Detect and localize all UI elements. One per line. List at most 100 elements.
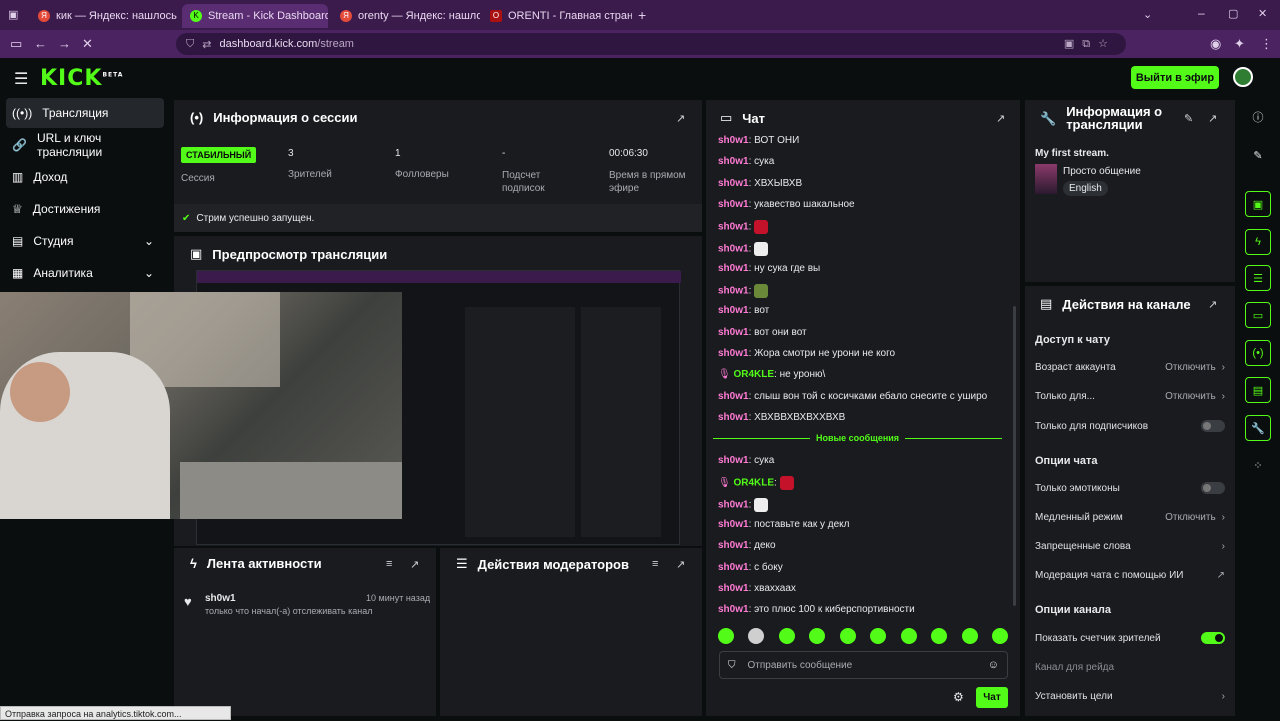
emote-icon[interactable] [931,628,948,644]
chat-username[interactable]: sh0w1 [718,135,749,146]
emote-icon[interactable] [961,628,978,644]
chat-username[interactable]: sh0w1 [718,540,749,551]
emote-icon[interactable] [839,628,856,644]
emotes-only-toggle[interactable] [1201,482,1225,494]
address-actions-icon[interactable]: ▣⧉☆ [1064,37,1116,51]
send-chat-button[interactable]: Чат [976,687,1008,708]
popout-icon[interactable]: ↗ [1208,298,1217,311]
edit-icon[interactable]: ✎ [1184,112,1193,125]
sidebar-item-income[interactable]: ▥ Доход [6,162,164,192]
filter-icon[interactable]: ≡ [652,558,658,570]
avatar[interactable] [1233,67,1253,87]
wrench-icon[interactable]: 🔧 [1245,415,1271,441]
chat-username[interactable]: sh0w1 [718,222,749,233]
chat-username[interactable]: sh0w1 [718,583,749,594]
address-bar[interactable]: ⛉ ⇄ dashboard.kick.com/stream ▣⧉☆ [176,33,1126,55]
chat-scrollbar[interactable] [1013,306,1016,606]
chat-username[interactable]: OR4KLE [733,478,774,489]
popout-icon[interactable]: ↗ [996,112,1005,125]
close-window-icon[interactable]: ✕ [1258,7,1267,20]
emoji-icon[interactable]: ☺ [988,659,999,671]
stop-loading-icon[interactable]: ✕ [82,36,93,52]
chat-username[interactable]: sh0w1 [718,391,749,402]
preview-icon[interactable]: ▣ [1245,191,1271,217]
chat-username[interactable]: sh0w1 [718,455,749,466]
chat-username[interactable]: sh0w1 [718,499,749,510]
bolt-icon[interactable]: ϟ [1245,229,1271,255]
menu-icon[interactable]: ⋮ [1260,36,1273,52]
add-widget-icon[interactable]: ⁘ [1245,452,1271,478]
tab-menu-icon[interactable]: ▣ [8,8,18,21]
forward-icon[interactable]: → [58,36,71,51]
set-goals-row[interactable]: Установить цели › [1035,691,1225,702]
chat-username[interactable]: sh0w1 [718,327,749,338]
chat-username[interactable]: sh0w1 [718,199,749,210]
show-viewers-toggle[interactable] [1201,632,1225,644]
chat-username[interactable]: sh0w1 [718,156,749,167]
new-tab-icon[interactable]: + [638,7,646,23]
browser-tab[interactable]: O ORENTI - Главная страница ✕ [482,4,632,28]
popout-icon[interactable]: ↗ [410,558,419,571]
chat-username[interactable]: sh0w1 [718,604,749,615]
kick-logo[interactable]: KICKBETA [40,66,123,91]
sidebar-item-studio[interactable]: ▤ Студия ⌄ [6,226,164,256]
popout-icon[interactable]: ↗ [676,112,685,125]
emote-icon[interactable] [900,628,917,644]
sidebar-toggle-icon[interactable]: ▭ [10,36,22,52]
chat-username[interactable]: sh0w1 [718,286,749,297]
info-icon[interactable]: ⓘ [1245,104,1271,130]
emote-icon[interactable] [809,628,826,644]
activity-user[interactable]: sh0w1 [205,593,236,604]
emote-icon[interactable] [718,628,734,644]
chat-username[interactable]: sh0w1 [718,243,749,254]
subs-only-toggle[interactable] [1201,420,1225,432]
go-live-button[interactable]: Выйти в эфир [1131,66,1219,89]
only-for-row[interactable]: Только для... Отключить › [1035,391,1225,402]
chat-icon[interactable]: ▭ [1245,302,1271,328]
maximize-icon[interactable]: ▢ [1228,7,1238,20]
chevron-down-icon[interactable]: ⌄ [1143,8,1152,21]
filter-icon[interactable]: ≡ [386,558,392,570]
list-icon[interactable]: ☰ [1245,265,1271,291]
chat-username[interactable]: sh0w1 [718,263,749,274]
success-text: Стрим успешно запущен. [196,212,315,224]
chat-username[interactable]: sh0w1 [718,348,749,359]
popout-icon[interactable]: ↗ [1208,112,1217,125]
chat-username[interactable]: OR4KLE [733,369,774,380]
pencil-icon[interactable]: ✎ [1245,142,1271,168]
slow-mode-row[interactable]: Медленный режим Отключить › [1035,512,1225,523]
account-icon[interactable]: ◉ [1210,36,1221,52]
hamburger-menu-icon[interactable]: ☰ [14,69,28,89]
chat-username[interactable]: sh0w1 [718,178,749,189]
back-icon[interactable]: ← [34,36,47,51]
actions-icon[interactable]: ▤ [1245,377,1271,403]
browser-tab[interactable]: Я orenty — Яндекс: нашлось 2 т [332,4,480,28]
sidebar-item-analytics[interactable]: ▦ Аналитика ⌄ [6,258,164,288]
popout-icon[interactable]: ↗ [676,558,685,571]
browser-tab[interactable]: Я кик — Яндекс: нашлось 234 т [30,4,180,28]
broadcast-icon[interactable]: (•) [1245,340,1271,366]
browser-tab-active[interactable]: K Stream - Kick Dashboard ✕ [182,4,328,28]
site-settings-icon[interactable]: ⇄ [202,38,211,51]
ai-moderation-row[interactable]: Модерация чата с помощью ИИ ↗ [1035,570,1225,581]
shield-icon[interactable]: ⛉ [186,38,194,51]
minimize-icon[interactable]: – [1198,6,1205,20]
extensions-icon[interactable]: ✦ [1234,36,1245,52]
chat-input[interactable]: ⛉ Отправить сообщение ☺ [719,651,1008,679]
account-age-row[interactable]: Возраст аккаунта Отключить › [1035,362,1225,373]
shield-icon[interactable]: ⛉ [728,660,736,671]
emote-icon[interactable] [748,628,765,644]
banned-words-row[interactable]: Запрещенные слова › [1035,541,1225,552]
emote-icon[interactable] [778,628,795,644]
emote-icon[interactable] [870,628,887,644]
chat-username[interactable]: sh0w1 [718,305,749,316]
sidebar-item-stream[interactable]: ((•)) Трансляция [6,98,164,128]
sidebar-item-achievements[interactable]: ♕ Достижения [6,194,164,224]
raid-channel-row[interactable]: Канал для рейда [1035,662,1225,673]
chat-username[interactable]: sh0w1 [718,562,749,573]
chat-username[interactable]: sh0w1 [718,412,749,423]
gear-icon[interactable]: ⚙ [953,690,964,704]
emote-icon[interactable] [991,628,1008,644]
chat-username[interactable]: sh0w1 [718,519,749,530]
sidebar-item-url-key[interactable]: 🔗 URL и ключ трансляции [6,130,164,160]
